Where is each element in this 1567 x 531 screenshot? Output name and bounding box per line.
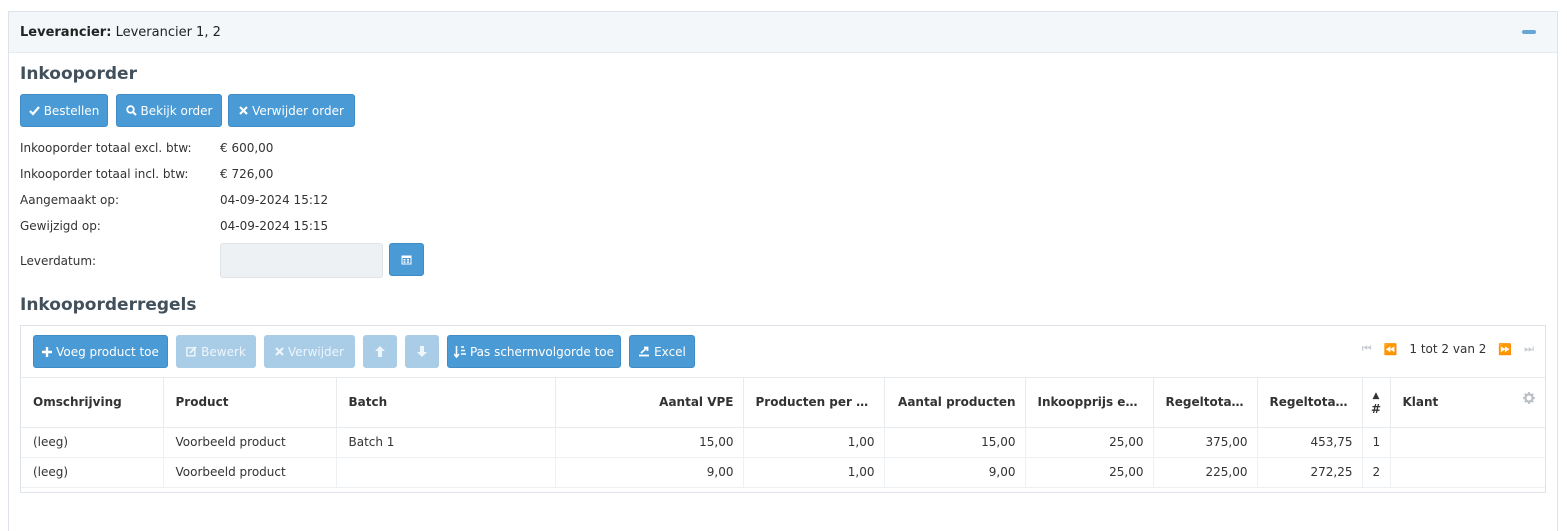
cell-customer: [1390, 427, 1545, 458]
total-excl-label: Inkooporder totaal excl. btw:: [20, 141, 192, 155]
cell-product-count: 15,00: [884, 427, 1026, 458]
col-header-position-label: #: [1370, 402, 1382, 417]
delete-order-label: Verwijder order: [252, 103, 344, 118]
col-header-line-total-excl[interactable]: Regeltotaal ...: [1153, 378, 1258, 428]
col-header-product-count[interactable]: Aantal producten: [884, 378, 1026, 428]
cell-purchase-price: 25,00: [1025, 457, 1154, 488]
order-lines-table: Omschrijving Product Batch Aantal VPE Pr…: [21, 378, 1545, 488]
order-button[interactable]: Bestellen: [20, 94, 108, 127]
panel-title-value: Leverancier 1, 2: [115, 24, 221, 40]
first-page-icon[interactable]: ⏮: [1362, 342, 1372, 356]
collapse-icon[interactable]: [1522, 30, 1536, 34]
move-down-button[interactable]: [405, 335, 439, 368]
apply-order-label: Pas schermvolgorde toe: [469, 344, 615, 359]
grid-toolbar: Voeg product toe Bewerk Verwijder Pas sc…: [21, 326, 1545, 378]
edit-label: Bewerk: [201, 344, 246, 359]
cell-vpe-count: 15,00: [555, 427, 744, 458]
cell-line-total-excl: 225,00: [1153, 457, 1258, 488]
pager: ⏮ ⏪ 1 tot 2 van 2 ⏩ ⏭: [1362, 342, 1534, 356]
plus-icon: [42, 346, 53, 357]
col-header-customer[interactable]: Klant: [1390, 378, 1545, 428]
created-label: Aangemaakt op:: [20, 193, 120, 207]
order-lines-grid: Voeg product toe Bewerk Verwijder Pas sc…: [20, 325, 1546, 493]
calendar-button[interactable]: [389, 243, 424, 276]
edit-button[interactable]: Bewerk: [176, 335, 256, 368]
arrow-down-icon: [417, 346, 427, 357]
modified-value: 04-09-2024 15:15: [220, 219, 329, 233]
add-product-label: Voeg product toe: [56, 344, 159, 359]
cell-description: (leeg): [21, 457, 164, 488]
pager-text: 1 tot 2 van 2: [1409, 342, 1487, 356]
sort-asc-icon: ▲: [1372, 391, 1380, 402]
col-header-description[interactable]: Omschrijving: [21, 378, 164, 428]
supplier-panel: Leverancier: Leverancier 1, 2 Inkooporde…: [8, 11, 1558, 531]
view-order-label: Bekijk order: [140, 103, 213, 118]
col-header-vpe-count[interactable]: Aantal VPE: [555, 378, 744, 428]
search-icon: [125, 105, 137, 116]
cell-position: 2: [1362, 457, 1391, 488]
total-excl-value: € 600,00: [220, 141, 274, 155]
excel-label: Excel: [654, 344, 686, 359]
col-header-line-total-incl[interactable]: Regeltotaal ...: [1257, 378, 1363, 428]
check-icon: [28, 105, 40, 116]
move-up-button[interactable]: [363, 335, 397, 368]
cell-products-per-vpe: 1,00: [743, 457, 885, 488]
cell-product-count: 9,00: [884, 457, 1026, 488]
lines-section-title: Inkooporderregels: [20, 295, 197, 315]
col-header-purchase-price[interactable]: Inkoopprijs excl...: [1025, 378, 1154, 428]
prev-page-icon[interactable]: ⏪: [1384, 343, 1398, 356]
cell-batch: [336, 457, 556, 488]
col-header-batch[interactable]: Batch: [336, 378, 556, 428]
close-icon: [239, 106, 248, 115]
cell-description: (leeg): [21, 427, 164, 458]
arrow-up-icon: [375, 346, 385, 357]
cell-purchase-price: 25,00: [1025, 427, 1154, 458]
delivery-date-label: Leverdatum:: [20, 254, 97, 268]
panel-title: Leverancier: Leverancier 1, 2: [20, 25, 221, 40]
cell-line-total-excl: 375,00: [1153, 427, 1258, 458]
edit-icon: [186, 346, 197, 357]
cell-batch: Batch 1: [336, 427, 556, 458]
cell-product: Voorbeeld product: [163, 457, 337, 488]
sort-numeric-icon: [453, 345, 466, 358]
cell-vpe-count: 9,00: [555, 457, 744, 488]
gear-icon[interactable]: [1523, 392, 1535, 407]
total-incl-value: € 726,00: [220, 167, 274, 181]
col-header-products-per-vpe[interactable]: Producten per VPE: [743, 378, 885, 428]
cell-line-total-incl: 453,75: [1257, 427, 1363, 458]
last-page-icon[interactable]: ⏭: [1524, 342, 1534, 356]
delete-order-button[interactable]: Verwijder order: [228, 94, 355, 127]
panel-title-label: Leverancier:: [20, 24, 112, 40]
table-row[interactable]: (leeg) Voorbeeld product 9,00 1,00 9,00 …: [21, 457, 1545, 488]
next-page-icon[interactable]: ⏩: [1498, 343, 1512, 356]
excel-button[interactable]: Excel: [629, 335, 695, 368]
total-incl-label: Inkooporder totaal incl. btw:: [20, 167, 189, 181]
col-header-product[interactable]: Product: [163, 378, 337, 428]
calendar-icon: [401, 255, 412, 265]
panel-header[interactable]: Leverancier: Leverancier 1, 2: [9, 12, 1557, 53]
apply-order-button[interactable]: Pas schermvolgorde toe: [447, 335, 621, 368]
cell-customer: [1390, 457, 1545, 488]
delete-line-label: Verwijder: [287, 344, 344, 359]
order-section-title: Inkooporder: [20, 64, 137, 84]
cell-products-per-vpe: 1,00: [743, 427, 885, 458]
order-button-label: Bestellen: [43, 103, 100, 118]
close-icon: [275, 347, 284, 356]
modified-label: Gewijzigd op:: [20, 219, 101, 233]
delivery-date-input[interactable]: [220, 243, 383, 278]
export-icon: [639, 346, 650, 357]
cell-line-total-incl: 272,25: [1257, 457, 1363, 488]
cell-position: 1: [1362, 427, 1391, 458]
delete-line-button[interactable]: Verwijder: [264, 335, 355, 368]
cell-product: Voorbeeld product: [163, 427, 337, 458]
col-header-position[interactable]: ▲ #: [1362, 378, 1391, 428]
table-header-row: Omschrijving Product Batch Aantal VPE Pr…: [21, 378, 1545, 428]
view-order-button[interactable]: Bekijk order: [116, 94, 222, 127]
add-product-button[interactable]: Voeg product toe: [33, 335, 168, 368]
created-value: 04-09-2024 15:12: [220, 193, 329, 207]
table-row[interactable]: (leeg) Voorbeeld product Batch 1 15,00 1…: [21, 427, 1545, 458]
